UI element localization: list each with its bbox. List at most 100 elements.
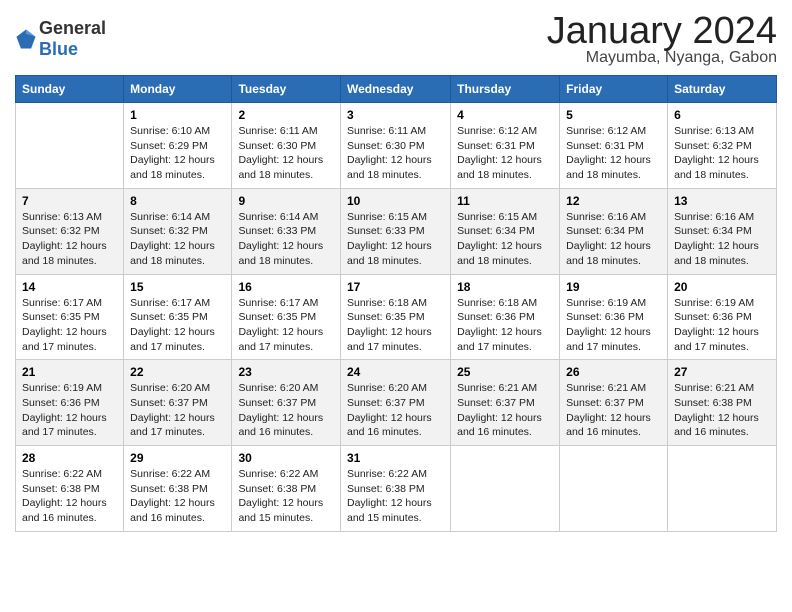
weekday-header: Tuesday: [232, 76, 341, 103]
day-number: 31: [347, 451, 444, 465]
weekday-header: Saturday: [668, 76, 777, 103]
day-number: 9: [238, 194, 334, 208]
calendar-day-cell: [560, 446, 668, 532]
calendar-day-cell: 13 Sunrise: 6:16 AM Sunset: 6:34 PM Dayli…: [668, 188, 777, 274]
day-number: 16: [238, 280, 334, 294]
day-number: 3: [347, 108, 444, 122]
day-number: 28: [22, 451, 117, 465]
calendar-week-row: 28 Sunrise: 6:22 AM Sunset: 6:38 PM Dayli…: [16, 446, 777, 532]
header: General Blue January 2024 Mayumba, Nyang…: [15, 10, 777, 67]
day-info: Sunrise: 6:21 AM Sunset: 6:38 PM Dayligh…: [674, 381, 770, 440]
calendar-day-cell: [451, 446, 560, 532]
day-info: Sunrise: 6:15 AM Sunset: 6:34 PM Dayligh…: [457, 210, 553, 269]
calendar-day-cell: 3 Sunrise: 6:11 AM Sunset: 6:30 PM Daylig…: [340, 103, 450, 189]
calendar-day-cell: 31 Sunrise: 6:22 AM Sunset: 6:38 PM Dayli…: [340, 446, 450, 532]
calendar-day-cell: 7Sunrise: 6:13 AM Sunset: 6:32 PM Daylig…: [16, 188, 124, 274]
day-info: Sunrise: 6:22 AM Sunset: 6:38 PM Dayligh…: [22, 467, 117, 526]
calendar-day-cell: 14 Sunrise: 6:17 AM Sunset: 6:35 PM Dayli…: [16, 274, 124, 360]
calendar-day-cell: 29 Sunrise: 6:22 AM Sunset: 6:38 PM Dayli…: [124, 446, 232, 532]
day-info: Sunrise: 6:17 AM Sunset: 6:35 PM Dayligh…: [130, 296, 225, 355]
logo-text: General Blue: [39, 18, 106, 60]
calendar-day-cell: 11 Sunrise: 6:15 AM Sunset: 6:34 PM Dayli…: [451, 188, 560, 274]
day-info: Sunrise: 6:13 AM Sunset: 6:32 PM Dayligh…: [674, 124, 770, 183]
calendar-day-cell: 26 Sunrise: 6:21 AM Sunset: 6:37 PM Dayli…: [560, 360, 668, 446]
logo-blue: Blue: [39, 39, 78, 59]
day-number: 23: [238, 365, 334, 379]
day-info: Sunrise: 6:14 AM Sunset: 6:32 PM Dayligh…: [130, 210, 225, 269]
calendar-day-cell: 28 Sunrise: 6:22 AM Sunset: 6:38 PM Dayli…: [16, 446, 124, 532]
day-number: 5: [566, 108, 661, 122]
day-info: Sunrise: 6:16 AM Sunset: 6:34 PM Dayligh…: [674, 210, 770, 269]
logo: General Blue: [15, 18, 106, 60]
day-number: 6: [674, 108, 770, 122]
day-info: Sunrise: 6:18 AM Sunset: 6:35 PM Dayligh…: [347, 296, 444, 355]
calendar-day-cell: 1 Sunrise: 6:10 AM Sunset: 6:29 PM Daylig…: [124, 103, 232, 189]
day-info: Sunrise: 6:20 AM Sunset: 6:37 PM Dayligh…: [238, 381, 334, 440]
calendar-day-cell: 22 Sunrise: 6:20 AM Sunset: 6:37 PM Dayli…: [124, 360, 232, 446]
day-info: Sunrise: 6:14 AM Sunset: 6:33 PM Dayligh…: [238, 210, 334, 269]
header-row: SundayMondayTuesdayWednesdayThursdayFrid…: [16, 76, 777, 103]
day-number: 20: [674, 280, 770, 294]
calendar-day-cell: 19Sunrise: 6:19 AM Sunset: 6:36 PM Dayli…: [560, 274, 668, 360]
weekday-header: Friday: [560, 76, 668, 103]
day-info: Sunrise: 6:16 AM Sunset: 6:34 PM Dayligh…: [566, 210, 661, 269]
weekday-header: Sunday: [16, 76, 124, 103]
logo-icon: [15, 28, 37, 50]
day-number: 25: [457, 365, 553, 379]
day-info: Sunrise: 6:19 AM Sunset: 6:36 PM Dayligh…: [22, 381, 117, 440]
calendar-day-cell: 6 Sunrise: 6:13 AM Sunset: 6:32 PM Daylig…: [668, 103, 777, 189]
day-number: 14: [22, 280, 117, 294]
day-number: 22: [130, 365, 225, 379]
day-info: Sunrise: 6:20 AM Sunset: 6:37 PM Dayligh…: [130, 381, 225, 440]
calendar-day-cell: 21 Sunrise: 6:19 AM Sunset: 6:36 PM Dayli…: [16, 360, 124, 446]
calendar-day-cell: 27 Sunrise: 6:21 AM Sunset: 6:38 PM Dayli…: [668, 360, 777, 446]
title-area: January 2024 Mayumba, Nyanga, Gabon: [547, 10, 777, 67]
day-info: Sunrise: 6:22 AM Sunset: 6:38 PM Dayligh…: [347, 467, 444, 526]
day-info: Sunrise: 6:19 AM Sunset: 6:36 PM Dayligh…: [674, 296, 770, 355]
calendar-day-cell: 15 Sunrise: 6:17 AM Sunset: 6:35 PM Dayli…: [124, 274, 232, 360]
day-number: 4: [457, 108, 553, 122]
day-number: 21: [22, 365, 117, 379]
day-number: 11: [457, 194, 553, 208]
day-info: Sunrise: 6:10 AM Sunset: 6:29 PM Dayligh…: [130, 124, 225, 183]
calendar-day-cell: [668, 446, 777, 532]
day-info: Sunrise: 6:17 AM Sunset: 6:35 PM Dayligh…: [238, 296, 334, 355]
day-info: Sunrise: 6:11 AM Sunset: 6:30 PM Dayligh…: [347, 124, 444, 183]
day-number: 24: [347, 365, 444, 379]
day-info: Sunrise: 6:22 AM Sunset: 6:38 PM Dayligh…: [238, 467, 334, 526]
calendar-table: SundayMondayTuesdayWednesdayThursdayFrid…: [15, 75, 777, 532]
day-number: 1: [130, 108, 225, 122]
day-info: Sunrise: 6:15 AM Sunset: 6:33 PM Dayligh…: [347, 210, 444, 269]
weekday-header: Thursday: [451, 76, 560, 103]
calendar-week-row: 14 Sunrise: 6:17 AM Sunset: 6:35 PM Dayli…: [16, 274, 777, 360]
calendar-week-row: 21 Sunrise: 6:19 AM Sunset: 6:36 PM Dayli…: [16, 360, 777, 446]
day-info: Sunrise: 6:21 AM Sunset: 6:37 PM Dayligh…: [566, 381, 661, 440]
calendar-day-cell: 20 Sunrise: 6:19 AM Sunset: 6:36 PM Dayli…: [668, 274, 777, 360]
weekday-header: Wednesday: [340, 76, 450, 103]
calendar-day-cell: 18Sunrise: 6:18 AM Sunset: 6:36 PM Dayli…: [451, 274, 560, 360]
calendar-day-cell: 4Sunrise: 6:12 AM Sunset: 6:31 PM Daylig…: [451, 103, 560, 189]
calendar-day-cell: 16 Sunrise: 6:17 AM Sunset: 6:35 PM Dayli…: [232, 274, 341, 360]
day-number: 8: [130, 194, 225, 208]
day-info: Sunrise: 6:17 AM Sunset: 6:35 PM Dayligh…: [22, 296, 117, 355]
day-info: Sunrise: 6:12 AM Sunset: 6:31 PM Dayligh…: [566, 124, 661, 183]
day-number: 13: [674, 194, 770, 208]
weekday-header: Monday: [124, 76, 232, 103]
day-number: 15: [130, 280, 225, 294]
calendar-day-cell: 24 Sunrise: 6:20 AM Sunset: 6:37 PM Dayli…: [340, 360, 450, 446]
day-info: Sunrise: 6:20 AM Sunset: 6:37 PM Dayligh…: [347, 381, 444, 440]
calendar-day-cell: 8 Sunrise: 6:14 AM Sunset: 6:32 PM Daylig…: [124, 188, 232, 274]
day-number: 2: [238, 108, 334, 122]
day-number: 29: [130, 451, 225, 465]
day-info: Sunrise: 6:22 AM Sunset: 6:38 PM Dayligh…: [130, 467, 225, 526]
day-number: 30: [238, 451, 334, 465]
day-info: Sunrise: 6:19 AM Sunset: 6:36 PM Dayligh…: [566, 296, 661, 355]
calendar-day-cell: 5 Sunrise: 6:12 AM Sunset: 6:31 PM Daylig…: [560, 103, 668, 189]
calendar-day-cell: 17Sunrise: 6:18 AM Sunset: 6:35 PM Dayli…: [340, 274, 450, 360]
day-number: 27: [674, 365, 770, 379]
day-number: 26: [566, 365, 661, 379]
calendar-day-cell: 9 Sunrise: 6:14 AM Sunset: 6:33 PM Daylig…: [232, 188, 341, 274]
calendar-day-cell: 12Sunrise: 6:16 AM Sunset: 6:34 PM Dayli…: [560, 188, 668, 274]
day-number: 7: [22, 194, 117, 208]
day-info: Sunrise: 6:21 AM Sunset: 6:37 PM Dayligh…: [457, 381, 553, 440]
